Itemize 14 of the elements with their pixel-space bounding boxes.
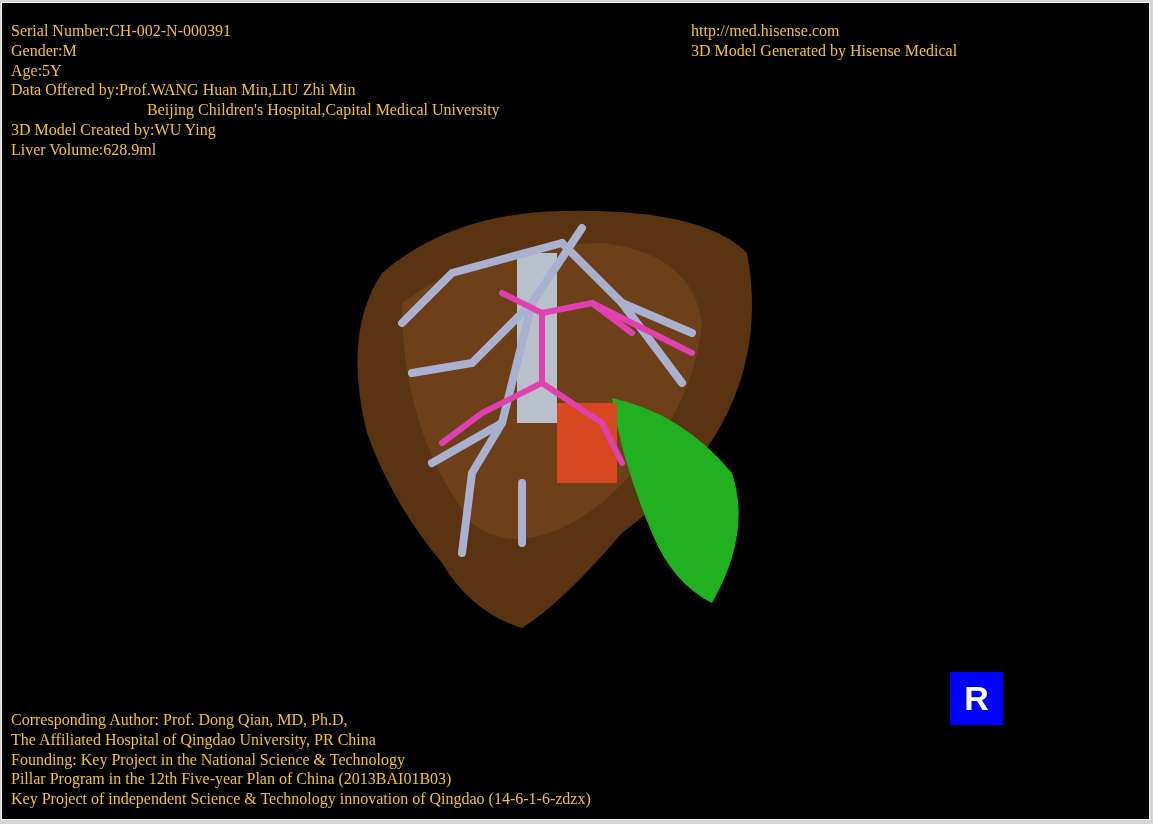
info-text: Age:5Y [11, 60, 63, 81]
footer-text: The Affiliated Hospital of Qingdao University, PR China [11, 729, 377, 750]
info-text: Beijing Children's Hospital,Capital Medical University [146, 100, 500, 120]
info-text: Serial Number:CH-002-N-000391 [11, 21, 232, 41]
footer-text: Key Project of independent Science & Technology innovation of Qingdao (14-6-1-6-zdzx) [11, 789, 591, 809]
info-text: Liver Volume:628.9ml [11, 139, 158, 160]
footer-text: Pillar Program in the 12th Five-year Plan of China (2013BAI01B03) [11, 769, 453, 790]
credit-text: 3D Model Generated by Hisense Medical [691, 40, 958, 61]
orientation-marker: R [950, 672, 1003, 725]
footer-text: Founding: Key Project in the National Science & Technology [11, 749, 407, 770]
footer-text: Corresponding Author: Prof. Dong Qian, MD, Ph.D, [11, 710, 349, 730]
info-text: Data Offered by:Prof.WANG Huan Min,LIU Zhi Min [11, 80, 357, 101]
info-text: Gender:M [11, 40, 78, 61]
info-text: 3D Model Created by:WU Ying [11, 120, 217, 140]
